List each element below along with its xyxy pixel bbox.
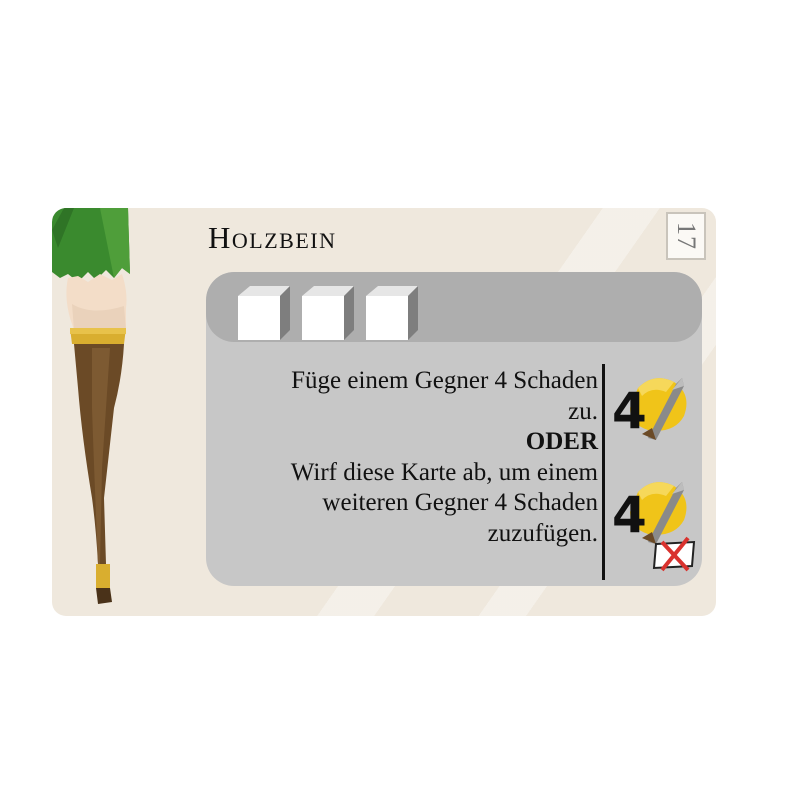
ability-panel: Füge einem Gegner 4 Schaden zu. ODER Wir… [206, 272, 702, 586]
ability-separator: ODER [525, 428, 598, 455]
cost-slot-1-icon[interactable] [234, 284, 292, 342]
cost-slot-2-icon[interactable] [298, 284, 356, 342]
card[interactable]: Holzbein 17 Füge einem Gegner 4 Schaden [52, 208, 716, 616]
ability-line-3: Wirf diese Karte ab, um einem [290, 458, 598, 486]
effect-divider [602, 364, 605, 580]
card-number-box: 17 [666, 212, 706, 260]
wooden-leg-illustration [52, 208, 130, 604]
melee-attack-icon: 4 [612, 378, 687, 440]
cost-bar [206, 272, 702, 342]
ability-line-4: weiteren Gegner 4 Schaden [322, 489, 598, 516]
card-number: 17 [672, 222, 701, 250]
ability-line-5: zuzufügen. [487, 519, 598, 547]
ability-line-1: Füge einem Gegner 4 Schaden [291, 367, 598, 394]
ability-text: Füge einem Gegner 4 Schaden zu. ODER Wir… [218, 366, 598, 549]
card-title: Holzbein [208, 220, 337, 255]
effect-1-damage: 4 [612, 382, 647, 440]
effect-2-damage: 4 [612, 486, 647, 544]
cost-slot-3-icon[interactable] [362, 284, 420, 342]
ability-line-2: zu. [568, 397, 598, 425]
melee-attack-discard-icon: 4 [612, 482, 696, 572]
discard-card-icon [652, 536, 696, 572]
